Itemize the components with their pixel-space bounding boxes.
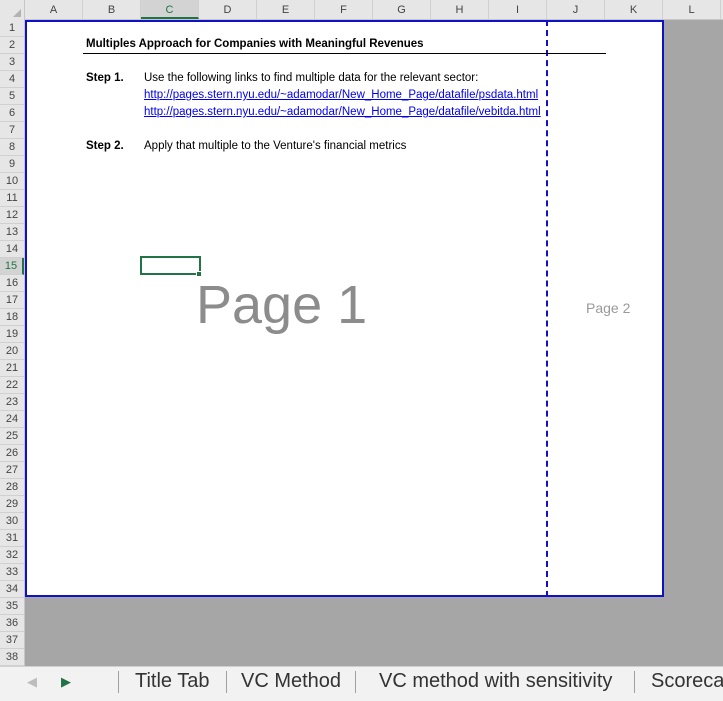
tab-separator	[226, 671, 227, 693]
row-header-bar: 1 2 3 4 5 6 7 8 9 10 11 12 13 14 15 16 17 18 19 20 21 22 23 24 2…	[0, 20, 25, 666]
tab-separator	[355, 671, 356, 693]
row-header-28[interactable]: 28	[0, 479, 24, 496]
sheet-title: Multiples Approach for Companies with Me…	[86, 38, 424, 50]
triangle-right-icon[interactable]: ▶	[56, 667, 76, 701]
column-header-bar: ABCDEFGHIJKL	[0, 0, 723, 20]
tab-scorecard[interactable]: Scorecard	[651, 667, 723, 701]
step2-label: Step 2.	[86, 140, 124, 152]
step1-text: Use the following links to find multiple…	[144, 72, 479, 84]
tab-vc-method-sensitivity[interactable]: VC method with sensitivity	[379, 667, 612, 701]
select-all-corner[interactable]	[0, 0, 25, 20]
row-header-35[interactable]: 35	[0, 598, 24, 615]
triangle-left-icon[interactable]: ◀	[22, 667, 42, 701]
row-header-13[interactable]: 13	[0, 224, 24, 241]
column-header-j[interactable]: J	[547, 0, 605, 19]
column-header-f[interactable]: F	[315, 0, 373, 19]
row-header-5[interactable]: 5	[0, 88, 24, 105]
row-header-33[interactable]: 33	[0, 564, 24, 581]
title-underline	[83, 53, 606, 54]
row-header-26[interactable]: 26	[0, 445, 24, 462]
row-header-12[interactable]: 12	[0, 207, 24, 224]
row-header-36[interactable]: 36	[0, 615, 24, 632]
step1-label: Step 1.	[86, 72, 124, 84]
row-header-17[interactable]: 17	[0, 292, 24, 309]
row-header-11[interactable]: 11	[0, 190, 24, 207]
column-header-i[interactable]: I	[489, 0, 547, 19]
row-header-22[interactable]: 22	[0, 377, 24, 394]
row-header-30[interactable]: 30	[0, 513, 24, 530]
column-header-h[interactable]: H	[431, 0, 489, 19]
sheet-tab-bar: ◀ ▶ Title Tab VC Method VC method with s…	[0, 666, 723, 701]
row-header-10[interactable]: 10	[0, 173, 24, 190]
column-header-g[interactable]: G	[373, 0, 431, 19]
column-header-d[interactable]: D	[199, 0, 257, 19]
row-header-20[interactable]: 20	[0, 343, 24, 360]
psdata-link[interactable]: http://pages.stern.nyu.edu/~adamodar/New…	[144, 89, 538, 101]
row-header-8[interactable]: 8	[0, 139, 24, 156]
row-header-19[interactable]: 19	[0, 326, 24, 343]
tab-title-tab[interactable]: Title Tab	[135, 667, 209, 701]
row-header-21[interactable]: 21	[0, 360, 24, 377]
column-header-l[interactable]: L	[663, 0, 721, 19]
column-header-a[interactable]: A	[25, 0, 83, 19]
row-header-25[interactable]: 25	[0, 428, 24, 445]
row-header-3[interactable]: 3	[0, 54, 24, 71]
page-1-watermark: Page 1	[196, 275, 368, 335]
row-header-31[interactable]: 31	[0, 530, 24, 547]
row-header-4[interactable]: 4	[0, 71, 24, 88]
row-header-14[interactable]: 14	[0, 241, 24, 258]
row-header-16[interactable]: 16	[0, 275, 24, 292]
column-header-e[interactable]: E	[257, 0, 315, 19]
column-header-c[interactable]: C	[141, 0, 199, 19]
row-header-15[interactable]: 15	[0, 258, 24, 275]
row-header-24[interactable]: 24	[0, 411, 24, 428]
row-header-2[interactable]: 2	[0, 37, 24, 54]
tab-vc-method[interactable]: VC Method	[241, 667, 341, 701]
row-header-29[interactable]: 29	[0, 496, 24, 513]
row-header-7[interactable]: 7	[0, 122, 24, 139]
step2-text: Apply that multiple to the Venture's fin…	[144, 140, 407, 152]
page-2-watermark: Page 2	[586, 300, 631, 316]
row-header-6[interactable]: 6	[0, 105, 24, 122]
row-header-27[interactable]: 27	[0, 462, 24, 479]
row-header-9[interactable]: 9	[0, 156, 24, 173]
fill-handle[interactable]	[196, 271, 202, 277]
row-header-18[interactable]: 18	[0, 309, 24, 326]
active-cell-C15[interactable]	[140, 256, 201, 275]
column-header-b[interactable]: B	[83, 0, 141, 19]
tab-separator	[634, 671, 635, 693]
row-header-37[interactable]: 37	[0, 632, 24, 649]
row-header-23[interactable]: 23	[0, 394, 24, 411]
column-header-k[interactable]: K	[605, 0, 663, 19]
row-header-32[interactable]: 32	[0, 547, 24, 564]
row-header-34[interactable]: 34	[0, 581, 24, 598]
vebitda-link[interactable]: http://pages.stern.nyu.edu/~adamodar/New…	[144, 106, 541, 118]
row-header-1[interactable]: 1	[0, 20, 24, 37]
row-header-38[interactable]: 38	[0, 649, 24, 666]
tab-separator	[118, 671, 119, 693]
page-break-line[interactable]	[546, 20, 548, 597]
